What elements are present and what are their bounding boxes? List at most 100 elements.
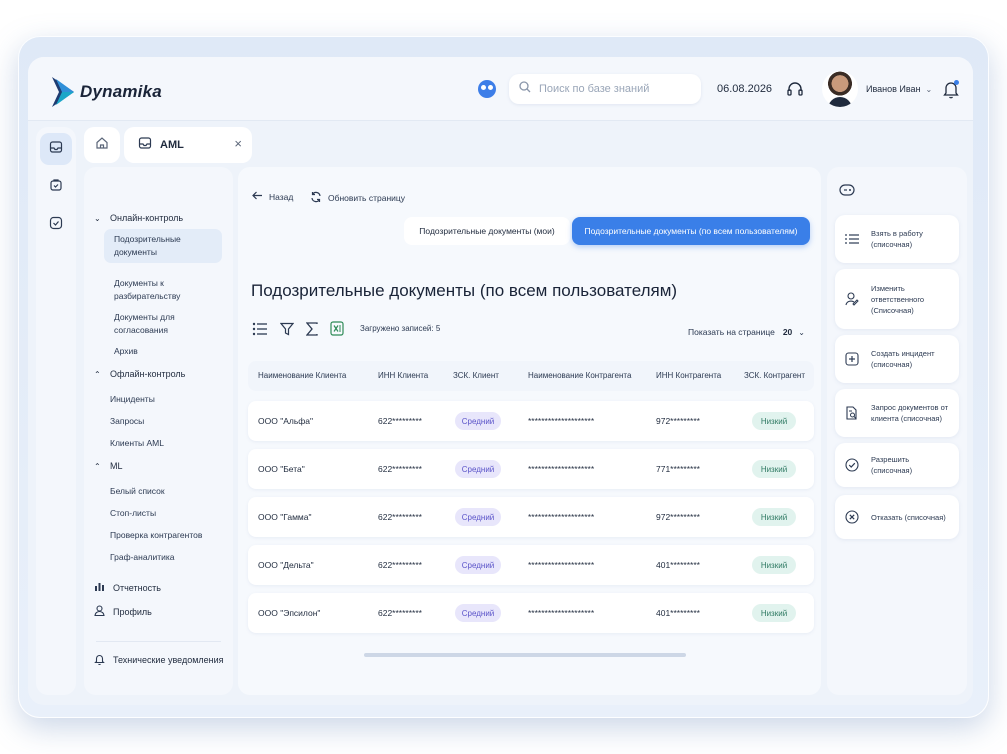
tab-my-documents[interactable]: Подозрительные документы (мои)	[404, 217, 570, 245]
table-row[interactable]: ООО "Эпсилон" 622********* Средний *****…	[248, 593, 814, 633]
sidebar-item-stoplists[interactable]: Стоп-листы	[100, 503, 218, 524]
table-row[interactable]: ООО "Дельта" 622********* Средний ******…	[248, 545, 814, 585]
document-search-icon	[843, 405, 861, 421]
cell-counterparty-inn: 401*********	[656, 608, 700, 618]
tab-home[interactable]	[84, 127, 120, 163]
left-rail	[36, 127, 76, 695]
action-label: Создать инцидент (списочная)	[871, 349, 935, 369]
table-row[interactable]: ООО "Гамма" 622********* Средний *******…	[248, 497, 814, 537]
rail-tasks-button[interactable]	[40, 209, 72, 241]
table-row[interactable]: ООО "Альфа" 622********* Средний *******…	[248, 401, 814, 441]
loaded-label: Загружено записей:	[360, 324, 434, 333]
sidebar-group-label: Офлайн-контроль	[110, 369, 186, 379]
status-badge: Низкий	[752, 460, 796, 478]
cell-client-inn: 622*********	[378, 464, 422, 474]
action-label: Запрос документов от клиента (списочная)	[871, 403, 949, 423]
chevron-down-icon: ⌄	[798, 327, 805, 337]
sidebar-item-archive[interactable]: Архив	[104, 341, 222, 362]
column-counterparty-risk[interactable]: ЗСК. Контрагент	[744, 371, 805, 380]
chevron-up-icon: ⌃	[94, 461, 101, 471]
action-label: Изменить ответственного (Списочная)	[871, 283, 925, 315]
tab-aml[interactable]: AML ×	[124, 127, 252, 163]
horizontal-scrollbar[interactable]	[364, 653, 686, 657]
check-circle-icon	[843, 458, 861, 472]
table-header: Наименование Клиента ИНН Клиента ЗСК. Кл…	[248, 361, 814, 391]
check-circle-icon	[49, 216, 63, 235]
search-icon	[519, 80, 531, 98]
tab-bar: AML ×	[84, 127, 964, 163]
search-input[interactable]	[539, 83, 689, 95]
main-panel: Назад Обновить страницу Подозрительные д…	[238, 167, 821, 695]
cell-counterparty-inn: 972*********	[656, 416, 700, 426]
bell-icon[interactable]	[942, 79, 960, 104]
sidebar-item-aml-clients[interactable]: Клиенты AML	[100, 433, 218, 454]
rail-inbox-button[interactable]	[40, 133, 72, 165]
inbox-icon	[49, 140, 63, 159]
cell-client-name: ООО "Эпсилон"	[258, 608, 321, 618]
column-counterparty-name[interactable]: Наименование Контрагента	[528, 371, 631, 380]
sidebar-item-graph-analytics[interactable]: Граф-аналитика	[100, 547, 218, 568]
cell-client-inn: 622*********	[378, 512, 422, 522]
close-icon[interactable]: ×	[234, 136, 242, 151]
user-edit-icon	[843, 292, 861, 306]
support-headset-icon[interactable]	[786, 80, 804, 103]
cell-client-inn: 622*********	[378, 608, 422, 618]
request-documents-button[interactable]: Запрос документов от клиента (списочная)	[835, 389, 959, 437]
sidebar-item-label: Отчетность	[113, 582, 161, 593]
refresh-label: Обновить страницу	[328, 193, 406, 203]
excel-export-icon[interactable]	[330, 321, 344, 336]
sidebar-item-reports[interactable]: Отчетность	[94, 581, 161, 594]
avatar[interactable]	[822, 71, 858, 107]
refresh-button[interactable]: Обновить страницу	[310, 191, 405, 205]
status-badge: Низкий	[752, 412, 796, 430]
actions-panel: Взять в работу (списочная) Изменить отве…	[827, 167, 967, 695]
column-client-name[interactable]: Наименование Клиента	[258, 371, 346, 380]
sidebar-group-online[interactable]: ⌄ Онлайн-контроль	[94, 213, 183, 223]
tab-all-users-documents[interactable]: Подозрительные документы (по всем пользо…	[572, 217, 810, 245]
user-menu[interactable]: Иванов Иван ⌄	[866, 84, 932, 94]
sidebar-group-ml[interactable]: ⌃ ML	[94, 461, 123, 471]
cell-client-name: ООО "Альфа"	[258, 416, 314, 426]
column-client-risk[interactable]: ЗСК. Клиент	[453, 371, 499, 380]
inbox-icon	[138, 136, 152, 155]
user-name: Иванов Иван	[866, 84, 921, 94]
sidebar-item-whitelist[interactable]: Белый список	[100, 481, 218, 502]
back-button[interactable]: Назад	[252, 191, 293, 202]
sidebar-item-investigation[interactable]: Документы к разбирательству	[104, 273, 222, 307]
list-view-icon[interactable]	[252, 322, 268, 336]
allow-button[interactable]: Разрешить (списочная)	[835, 443, 959, 487]
status-badge: Низкий	[752, 508, 796, 526]
sidebar-item-notifications[interactable]: Технические уведомления	[94, 653, 224, 667]
cell-counterparty-name: ********************	[528, 464, 595, 474]
per-page-select[interactable]: Показать на странице 20 ⌄	[688, 327, 805, 337]
filter-icon[interactable]	[280, 322, 294, 336]
sidebar-item-suspicious[interactable]: Подозрительные документы	[104, 229, 222, 263]
cell-counterparty-name: ********************	[528, 512, 595, 522]
table-row[interactable]: ООО "Бета" 622********* Средний ********…	[248, 449, 814, 489]
column-counterparty-inn[interactable]: ИНН Контрагента	[656, 371, 721, 380]
cell-client-name: ООО "Бета"	[258, 464, 305, 474]
owl-assistant-icon[interactable]	[478, 80, 496, 98]
take-to-work-button[interactable]: Взять в работу (списочная)	[835, 215, 959, 263]
search-box[interactable]	[509, 74, 701, 104]
app-name: Dynamika	[80, 82, 162, 101]
sidebar-item-counterparty-check[interactable]: Проверка контрагентов	[100, 525, 218, 546]
cell-counterparty-name: ********************	[528, 608, 595, 618]
create-incident-button[interactable]: Создать инцидент (списочная)	[835, 335, 959, 383]
sidebar-item-approval[interactable]: Документы для согласования	[104, 307, 222, 341]
cell-counterparty-inn: 401*********	[656, 560, 700, 570]
rail-bag-button[interactable]	[40, 171, 72, 203]
status-badge: Низкий	[752, 604, 796, 622]
change-responsible-button[interactable]: Изменить ответственного (Списочная)	[835, 269, 959, 329]
logo[interactable]: Dynamika	[52, 77, 162, 107]
sidebar-item-profile[interactable]: Профиль	[94, 605, 152, 618]
sidebar-item-requests[interactable]: Запросы	[100, 411, 218, 432]
sidebar-item-incidents[interactable]: Инциденты	[100, 389, 218, 410]
action-label: Разрешить (списочная)	[871, 455, 913, 475]
collapse-panel-icon[interactable]	[839, 183, 855, 201]
sidebar-group-offline[interactable]: ⌃ Офлайн-контроль	[94, 369, 185, 379]
refuse-button[interactable]: Отказать (списочная)	[835, 495, 959, 539]
action-label: Взять в работу (списочная)	[871, 229, 923, 249]
column-client-inn[interactable]: ИНН Клиента	[378, 371, 428, 380]
sum-icon[interactable]	[306, 321, 318, 336]
